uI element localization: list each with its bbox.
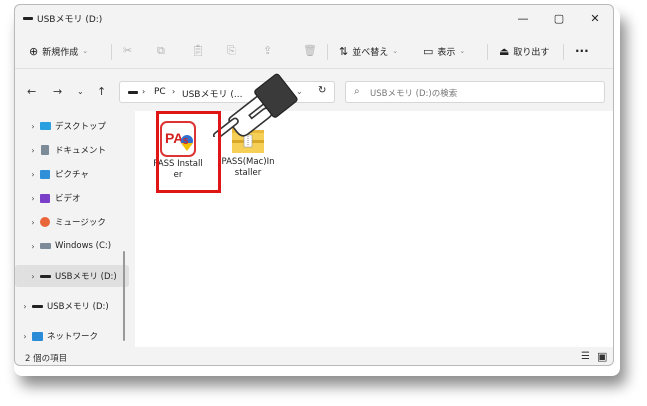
address-row: ← → ⌄ ↑ › PC › USBメモリ (... ⌄ ↻ ⌕ USBメモリ … (15, 77, 613, 107)
nav-item-music[interactable]: › ミュージック (15, 211, 129, 233)
share-icon[interactable]: ⇪ (263, 44, 272, 57)
close-button[interactable]: ✕ (577, 5, 613, 31)
nav-item-pictures[interactable]: › ピクチャ (15, 163, 129, 185)
tiles-view-icon[interactable]: ▣ (597, 350, 607, 363)
usb-drive-icon (128, 91, 138, 94)
breadcrumb-pc[interactable]: PC (154, 87, 166, 97)
file-label: PASS(Mac)Installer (221, 157, 275, 178)
new-button[interactable]: ⊕ 新規作成 ⌄ (29, 43, 88, 59)
chevron-down-icon: ⌄ (459, 47, 466, 55)
recent-chevron-icon[interactable]: ⌄ (77, 87, 84, 96)
nav-item-usb-drive-d[interactable]: › USBメモリ (D:) (15, 265, 129, 287)
nav-item-label: ピクチャ (55, 170, 89, 180)
nav-item-label: ミュージック (55, 218, 106, 228)
divider (111, 44, 112, 60)
file-explorer-window: USBメモリ (D:) — ▢ ✕ ⊕ 新規作成 ⌄ ✂ ⧉ 📋︎ ⎘ ⇪ 🗑︎… (14, 4, 614, 366)
nav-item-label: Windows (C:) (55, 241, 112, 251)
nav-item-label: ビデオ (55, 194, 81, 204)
eject-icon: ⏏ (499, 44, 510, 58)
nav-scrollbar[interactable] (123, 251, 125, 341)
copy-icon[interactable]: ⧉ (157, 44, 165, 58)
expand-chevron-icon: › (31, 169, 35, 179)
cut-icon[interactable]: ✂ (123, 44, 132, 57)
title-bar: USBメモリ (D:) — ▢ ✕ (15, 5, 613, 31)
nav-item-windows-c[interactable]: › Windows (C:) (15, 235, 129, 257)
highlight-frame (156, 111, 221, 193)
expand-chevron-icon: › (31, 271, 35, 281)
network-icon (31, 331, 43, 342)
nav-item-documents[interactable]: › ドキュメント (15, 139, 129, 161)
sort-icon: ⇅ (339, 44, 349, 58)
minimize-button[interactable]: — (505, 5, 541, 31)
pictures-icon (39, 169, 51, 180)
expand-chevron-icon: › (31, 121, 35, 131)
nav-item-usb-drive-d-root[interactable]: › USBメモリ (D:) (15, 295, 129, 317)
expand-chevron-icon: › (31, 217, 35, 227)
rename-icon[interactable]: ⎘ (227, 44, 236, 58)
details-view-icon[interactable]: ☰ (581, 351, 590, 362)
nav-item-label: ドキュメント (55, 146, 107, 156)
forward-arrow-icon[interactable]: → (53, 85, 62, 98)
navigation-pane: › デスクトップ › ドキュメント › ピクチャ › ビデオ › ミュージック … (15, 111, 133, 347)
status-bar: 2 個の項目 ☰ ▣ (15, 349, 613, 365)
maximize-button[interactable]: ▢ (541, 5, 577, 31)
crumb-chevron-icon: › (172, 87, 176, 96)
crumb-chevron-icon: › (142, 87, 146, 96)
expand-chevron-icon: › (31, 193, 35, 203)
search-placeholder: USBメモリ (D:)の検索 (370, 89, 458, 99)
view-button-label: 表示 (437, 47, 456, 58)
up-arrow-icon[interactable]: ↑ (97, 85, 106, 98)
sort-button[interactable]: ⇅ 並べ替え ⌄ (339, 43, 398, 59)
divider (327, 44, 328, 60)
usb-drive-icon (31, 301, 43, 312)
divider (563, 44, 564, 60)
windows-drive-icon (39, 241, 51, 252)
item-count: 2 個の項目 (25, 354, 68, 364)
nav-item-label: ネットワーク (47, 332, 99, 342)
nav-item-label: USBメモリ (D:) (47, 302, 109, 312)
more-button[interactable]: ··· (575, 43, 589, 59)
delete-icon[interactable]: 🗑︎ (303, 44, 317, 57)
eject-button-label: 取り出す (513, 47, 550, 58)
nav-item-label: USBメモリ (D:) (55, 272, 117, 282)
desktop-icon (39, 121, 51, 132)
view-button[interactable]: ▭ 表示 ⌄ (423, 43, 465, 59)
search-icon: ⌕ (354, 86, 360, 97)
usb-drive-icon (23, 17, 33, 20)
videos-icon (39, 193, 51, 204)
refresh-icon[interactable]: ↻ (318, 85, 326, 96)
chevron-down-icon: ⌄ (392, 47, 399, 55)
expand-chevron-icon: › (31, 241, 35, 251)
expand-chevron-icon: › (23, 301, 27, 311)
plus-circle-icon: ⊕ (29, 44, 39, 58)
chevron-down-icon: ⌄ (82, 47, 89, 55)
nav-item-videos[interactable]: › ビデオ (15, 187, 129, 209)
eject-button[interactable]: ⏏ 取り出す (499, 43, 549, 59)
command-bar: ⊕ 新規作成 ⌄ ✂ ⧉ 📋︎ ⎘ ⇪ 🗑︎ ⇅ 並べ替え ⌄ ▭ 表示 ⌄ ⏏… (15, 33, 613, 69)
nav-item-desktop[interactable]: › デスクトップ (15, 115, 129, 137)
music-icon (39, 217, 51, 228)
documents-icon (39, 145, 51, 156)
divider (487, 44, 488, 60)
sort-button-label: 並べ替え (352, 47, 389, 58)
expand-chevron-icon: › (23, 331, 27, 341)
paste-icon[interactable]: 📋︎ (191, 44, 205, 57)
pointing-hand-icon (213, 73, 298, 137)
nav-item-network[interactable]: › ネットワーク (15, 325, 129, 347)
back-arrow-icon[interactable]: ← (27, 85, 36, 98)
expand-chevron-icon: › (31, 145, 35, 155)
new-button-label: 新規作成 (42, 47, 79, 58)
window-title: USBメモリ (D:) (37, 15, 103, 25)
usb-drive-icon (39, 271, 51, 282)
view-icon: ▭ (423, 44, 434, 58)
nav-item-label: デスクトップ (55, 122, 107, 132)
search-input[interactable]: ⌕ USBメモリ (D:)の検索 (345, 81, 605, 103)
